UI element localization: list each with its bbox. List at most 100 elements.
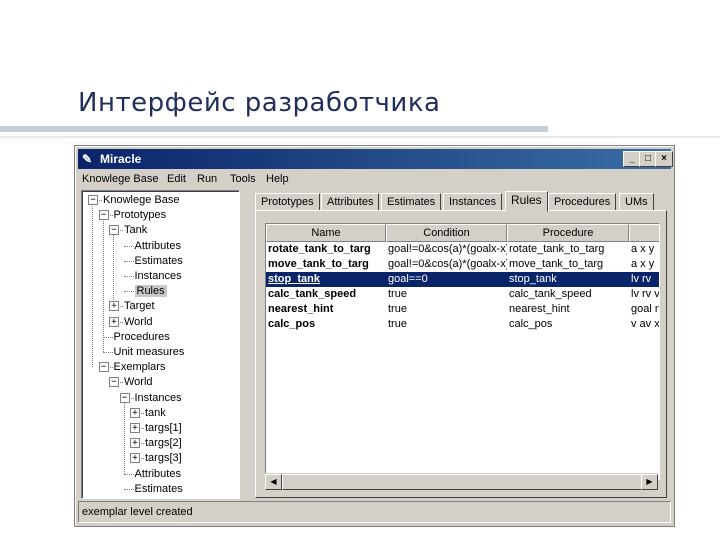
column-header-extra[interactable] (629, 224, 659, 242)
expand-icon[interactable]: + (130, 407, 140, 418)
tree-item[interactable]: Estimates (135, 482, 183, 496)
collapse-icon[interactable]: − (109, 225, 119, 236)
tree-item[interactable]: Instances (135, 269, 182, 283)
status-bar: exemplar level created (78, 501, 671, 523)
app-window: ✎ Miracle _ □ × Knowlege Base Edit Run T… (74, 145, 675, 527)
tree-item[interactable]: Exemplars (114, 360, 166, 374)
tree-item[interactable]: Instances (135, 391, 182, 405)
tree-item[interactable]: targs[2] (145, 436, 182, 450)
tree-connector (123, 276, 134, 277)
tree-item-label: Estimates (134, 482, 183, 495)
tree-guide-line (123, 401, 125, 474)
cell-extra: a x y (631, 243, 655, 255)
cell-procedure: nearest_hint (509, 303, 570, 315)
tree-item[interactable]: Tank (124, 223, 147, 237)
tree-item-label: targs[3] (145, 452, 182, 465)
cell-extra: lv rv v (631, 288, 660, 300)
tree-connector (102, 352, 113, 353)
cell-extra: a x y (631, 258, 655, 270)
menu-help[interactable]: Help (266, 173, 289, 185)
tree-item-label: targs[2] (145, 437, 182, 450)
cell-extra: v av x (631, 318, 660, 330)
tree-item[interactable]: Procedures (114, 330, 170, 344)
window-titlebar[interactable]: ✎ Miracle _ □ × (78, 149, 673, 169)
tree-item-label: Exemplars (113, 361, 166, 374)
horizontal-scrollbar[interactable]: ◀ ▶ (265, 473, 658, 490)
tree-item[interactable]: Rules (134, 284, 167, 298)
scroll-left-icon[interactable]: ◀ (265, 474, 282, 490)
table-row[interactable]: nearest_hint true nearest_hint goal n (266, 302, 659, 317)
cell-procedure: calc_tank_speed (509, 288, 592, 300)
tree-item-label: Rules (134, 285, 167, 298)
expand-icon[interactable]: + (109, 301, 119, 312)
cell-name: calc_pos (268, 318, 316, 330)
tab-rules[interactable]: Rules (505, 191, 548, 212)
table-row[interactable]: stop_tank goal==0 stop_tank lv rv (266, 272, 659, 287)
tree-item-label: tank (145, 406, 166, 419)
tree-item[interactable]: Attributes (135, 239, 181, 253)
tree-item[interactable]: Unit measures (114, 345, 185, 359)
feather-icon: ✎ (82, 152, 93, 166)
table-row[interactable]: calc_pos true calc_pos v av x (266, 317, 659, 332)
tree-item[interactable]: Prototypes (114, 208, 167, 222)
cell-extra: goal n (631, 303, 660, 315)
tree-connector (123, 291, 134, 293)
collapse-icon[interactable]: − (119, 392, 130, 403)
tree-item-label: World (124, 315, 153, 328)
expand-icon[interactable]: + (130, 423, 140, 433)
title-accent-bar (0, 126, 548, 132)
tree-item[interactable]: targs[1] (145, 421, 182, 435)
tree-item[interactable]: Attributes (135, 467, 181, 481)
table-header: Name Condition Procedure (266, 224, 659, 242)
table-row[interactable]: move_tank_to_targ goal!=0&cos(a)*(goalx-x… (266, 257, 659, 272)
tree-item[interactable]: Knowlege Base (103, 193, 179, 207)
tree-item-label: World (124, 376, 153, 389)
column-header-name[interactable]: Name (266, 224, 386, 242)
close-button[interactable]: × (655, 151, 673, 167)
slide-title: Интерфейс разработчика (78, 88, 441, 118)
tree-item-label: Instances (134, 391, 182, 404)
table-row[interactable]: calc_tank_speed true calc_tank_speed lv rv … (266, 287, 659, 302)
expand-icon[interactable]: + (130, 453, 140, 464)
knowledge-tree[interactable]: − Knowlege Base − Prototypes − Tank Attributes… (81, 190, 240, 499)
column-header-condition[interactable]: Condition (386, 224, 507, 242)
cell-procedure: move_tank_to_targ (509, 258, 604, 270)
tree-item-label: Attributes (134, 239, 181, 252)
cell-name: calc_tank_speed (268, 288, 357, 300)
table-row[interactable]: rotate_tank_to_targ goal!=0&cos(a)*(goalx… (266, 242, 659, 257)
tree-item-label: Procedures (113, 330, 170, 343)
cell-procedure: stop_tank (509, 273, 557, 285)
expand-icon[interactable]: + (109, 316, 119, 327)
scroll-right-icon[interactable]: ▶ (641, 474, 658, 490)
tree-item[interactable]: World (124, 375, 153, 389)
menu-edit[interactable]: Edit (167, 173, 186, 185)
collapse-icon[interactable]: − (88, 195, 98, 205)
cell-extra: lv rv (631, 273, 652, 285)
menu-run[interactable]: Run (197, 173, 217, 185)
tree-item-label: targs[1] (145, 422, 182, 434)
tree-item[interactable]: Estimates (135, 254, 183, 268)
tree-item-label: Attributes (134, 467, 181, 480)
cell-condition: true (388, 288, 407, 300)
collapse-icon[interactable]: − (98, 362, 109, 373)
tree-item-label: Knowlege Base (103, 194, 180, 206)
cell-condition: true (388, 303, 407, 315)
cell-name: stop_tank (268, 273, 320, 285)
rules-table: Name Condition Procedure rotate_tank_to_… (265, 223, 660, 480)
menu-tools[interactable]: Tools (230, 173, 256, 185)
expand-icon[interactable]: + (130, 438, 140, 449)
tree-item[interactable]: targs[3] (145, 451, 182, 465)
tree-item[interactable]: tank (145, 406, 166, 420)
tree-guide-line (113, 234, 114, 307)
panel-splitter[interactable] (241, 190, 245, 497)
tree-item[interactable]: Target (124, 299, 155, 313)
window-title: Miracle (100, 152, 142, 166)
status-text: exemplar level created (82, 506, 193, 518)
tree-connector (123, 260, 134, 262)
collapse-icon[interactable]: − (98, 210, 109, 221)
collapse-icon[interactable]: − (109, 377, 119, 388)
menu-knowlege-base[interactable]: Knowlege Base (82, 173, 158, 185)
column-header-procedure[interactable]: Procedure (507, 224, 629, 242)
scroll-thumb[interactable] (282, 474, 642, 490)
tree-item[interactable]: World (124, 315, 153, 329)
